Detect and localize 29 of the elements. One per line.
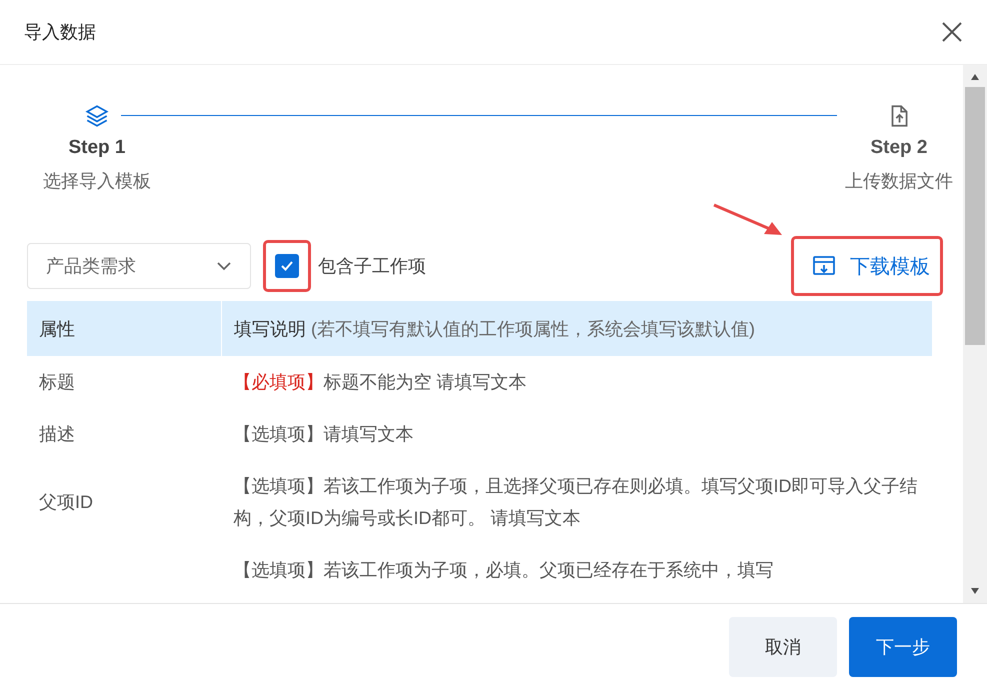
- step-description: 选择导入模板: [43, 170, 151, 193]
- cancel-button[interactable]: 取消: [729, 617, 837, 677]
- table-cell: 标题: [27, 356, 222, 408]
- table-cell-text: 描述: [38, 423, 76, 446]
- step-label: Step 2: [870, 137, 928, 159]
- table-cell-text: 父项ID: [38, 491, 94, 514]
- checkbox[interactable]: [275, 254, 299, 278]
- scroll-down-icon[interactable]: [970, 587, 980, 595]
- table-cell: 【必填项】标题不能为空 请填写文本: [222, 356, 932, 408]
- table-cell-text: 【选填项】若该工作项为子项，且选择父项已存在则必填。填写父项ID即可导入父子结构，父项ID为编号或长ID都可。 请填写文本: [232, 475, 918, 530]
- template-select[interactable]: 产品类需求: [27, 243, 251, 289]
- download-icon: [812, 255, 836, 277]
- step-label: Step 1: [68, 137, 126, 159]
- scroll-up-icon[interactable]: [970, 73, 980, 81]
- annotation-arrow: [712, 203, 784, 237]
- column-header: 属性: [27, 301, 222, 356]
- next-button[interactable]: 下一步: [849, 617, 957, 677]
- dialog-title: 导入数据: [24, 21, 96, 44]
- layers-icon: [84, 103, 110, 129]
- table-cell-text: 【选填项】请填写文本: [232, 423, 414, 446]
- check-icon: [280, 260, 294, 272]
- checkbox-label: 包含子工作项: [318, 255, 426, 278]
- chevron-down-icon: [216, 261, 232, 271]
- scrollbar[interactable]: [963, 65, 987, 603]
- close-icon[interactable]: [941, 21, 963, 43]
- download-template-button[interactable]: 下载模板: [808, 248, 934, 284]
- column-header: 填写说明 (若不填写有默认值的工作项属性，系统会填写该默认值): [222, 301, 932, 356]
- table-cell-text: 【选填项】若该工作项为子项，必填。父项已经存在于系统中，填写: [232, 559, 774, 582]
- step-description: 上传数据文件: [845, 170, 953, 193]
